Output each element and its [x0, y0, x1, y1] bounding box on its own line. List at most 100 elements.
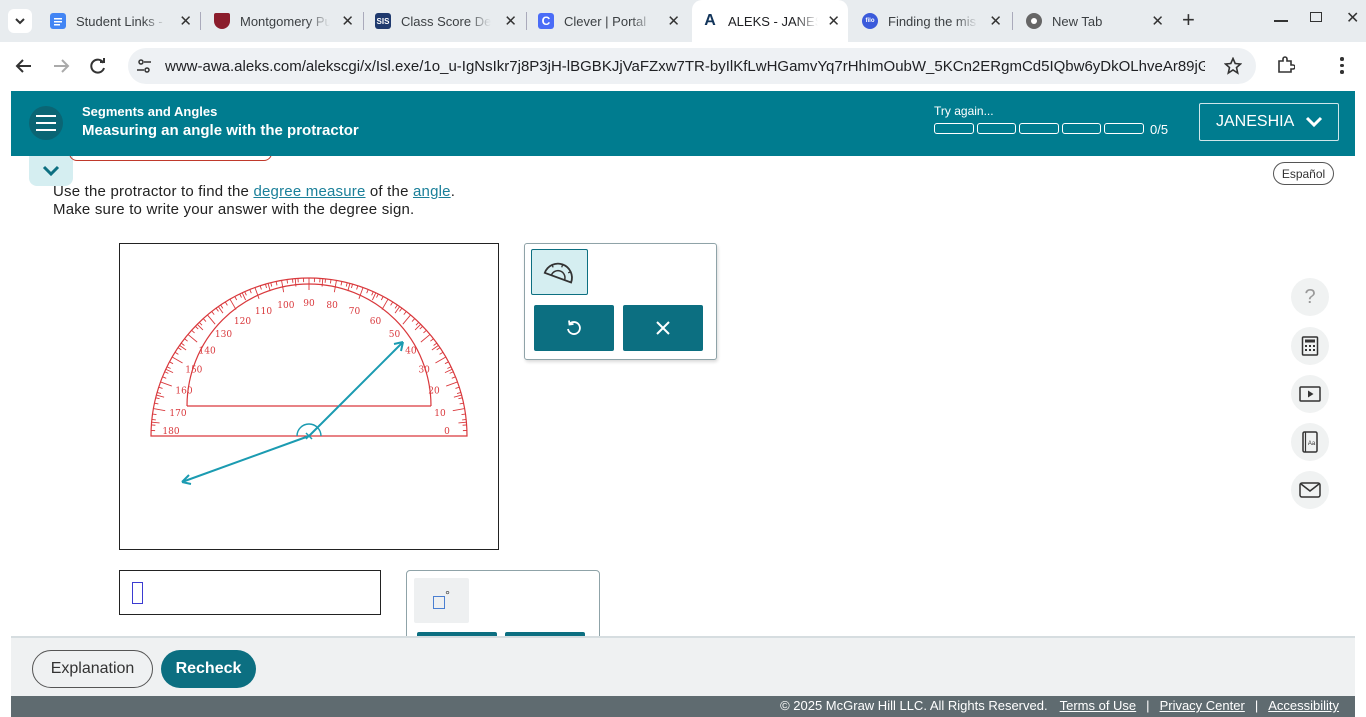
message-button[interactable]: [1291, 471, 1329, 509]
video-button[interactable]: [1291, 375, 1329, 413]
protractor-tick: [239, 293, 242, 298]
protractor-label: 150: [185, 366, 202, 376]
close-icon[interactable]: ✕: [341, 12, 354, 30]
dictionary-button[interactable]: Aa: [1291, 423, 1329, 461]
restore-button[interactable]: [1310, 12, 1322, 22]
minimize-button[interactable]: [1274, 20, 1288, 22]
protractor-tick: [164, 371, 169, 374]
hamburger-menu-button[interactable]: [29, 106, 63, 140]
browser-tab-aleks[interactable]: A ALEKS - JANES ✕: [692, 0, 848, 42]
protractor-tick: [402, 314, 411, 325]
protractor-tick: [171, 356, 183, 364]
dictionary-icon: Aa: [1302, 431, 1318, 453]
protractor-tick: [430, 338, 434, 342]
address-toolbar: www-awa.aleks.com/alekscgi/x/Isl.exe/1o_…: [0, 42, 1366, 90]
protractor-tick: [275, 281, 278, 286]
protractor-label: 130: [215, 330, 232, 340]
protractor-tick: [459, 402, 464, 405]
close-icon[interactable]: ✕: [989, 12, 1002, 30]
protractor-label: 120: [234, 317, 251, 327]
collapsed-tab-edge: [69, 156, 272, 161]
calculator-icon: [1301, 336, 1319, 356]
new-tab-button[interactable]: +: [1182, 9, 1195, 31]
accessibility-link[interactable]: Accessibility: [1268, 698, 1339, 713]
chevron-down-icon: [15, 18, 25, 25]
protractor-figure[interactable]: 0 10 20 30 40 50 60 70 80 90 100 110 120 130 140 150 160…: [119, 243, 499, 550]
bookmark-star-icon[interactable]: [1224, 57, 1242, 75]
clear-button[interactable]: [623, 305, 703, 351]
answer-input[interactable]: [119, 570, 381, 615]
instruction-text: Use the protractor to find the degree me…: [53, 183, 455, 219]
docs-icon: [50, 13, 66, 29]
collapse-toggle[interactable]: [29, 156, 73, 186]
close-icon[interactable]: ✕: [504, 12, 517, 30]
explanation-button[interactable]: Explanation: [32, 650, 153, 688]
protractor-tick: [433, 342, 438, 346]
user-menu-button[interactable]: JANESHIA: [1199, 103, 1339, 141]
browser-tab-student-links[interactable]: Student Links - ✕: [40, 0, 200, 42]
browser-tab-new-tab[interactable]: New Tab ✕: [1016, 0, 1172, 42]
window-close-button[interactable]: ✕: [1346, 8, 1359, 28]
protractor-tick: [162, 376, 167, 379]
extensions-icon[interactable]: [1277, 56, 1295, 74]
protractor-canvas[interactable]: 0 10 20 3040 50 60 70 80 90 100 110 120130 140 150 160…: [120, 244, 498, 549]
terms-link[interactable]: Terms of Use: [1060, 698, 1137, 713]
protractor-label: 10: [434, 409, 446, 419]
footer-bar: Explanation Recheck: [11, 636, 1355, 696]
back-arrow-icon[interactable]: [15, 57, 33, 75]
angle-link[interactable]: angle: [413, 183, 451, 200]
protractor-tick: [340, 281, 343, 286]
more-menu-icon[interactable]: [1340, 57, 1344, 74]
math-keypad: °: [406, 570, 600, 636]
undo-icon: [567, 320, 581, 335]
close-icon[interactable]: ✕: [1151, 12, 1164, 30]
protractor-label: 90: [303, 299, 315, 309]
reset-button[interactable]: [534, 305, 614, 351]
protractor-tick: [207, 314, 216, 325]
espanol-button[interactable]: Español: [1273, 162, 1334, 185]
protractor-tick: [267, 283, 271, 292]
browser-tab-clever[interactable]: C Clever | Portal ✕: [528, 0, 688, 42]
protractor-tick: [244, 291, 247, 296]
browser-tab-finding[interactable]: filo Finding the mis ✕: [852, 0, 1010, 42]
protractor-tick: [423, 329, 427, 334]
tab-search-button[interactable]: [8, 9, 32, 33]
protractor-tick: [166, 366, 171, 369]
tab-title: Class Score De: [401, 13, 491, 29]
protractor-tool-button[interactable]: [531, 249, 588, 295]
protractor-tick: [156, 394, 165, 398]
school-crest-icon: [214, 13, 230, 29]
forward-arrow-icon[interactable]: [52, 57, 70, 75]
help-button[interactable]: ?: [1291, 278, 1329, 316]
filo-icon: filo: [862, 13, 878, 29]
copyright-text: © 2025 McGraw Hill LLC. All Rights Reser…: [780, 698, 1048, 713]
close-icon[interactable]: ✕: [827, 12, 840, 30]
close-icon[interactable]: ✕: [667, 12, 680, 30]
protractor-label: 20: [428, 387, 440, 397]
protractor-tick: [165, 368, 174, 374]
protractor-tick: [447, 366, 452, 369]
site-settings-icon[interactable]: [136, 58, 152, 74]
protractor-tick: [215, 307, 219, 312]
browser-tab-class-score[interactable]: SIS Class Score De ✕: [365, 0, 525, 42]
page-title: Measuring an angle with the protractor: [82, 122, 359, 139]
degree-symbol-button[interactable]: °: [414, 578, 469, 623]
protractor-tick: [229, 298, 237, 310]
protractor-label: 100: [277, 301, 294, 311]
close-icon[interactable]: ✕: [179, 12, 192, 30]
chevron-down-icon: [1306, 116, 1323, 128]
protractor-label: 80: [326, 301, 338, 311]
browser-tab-montgomery[interactable]: Montgomery Pu ✕: [204, 0, 362, 42]
degree-measure-link[interactable]: degree measure: [253, 183, 365, 200]
protractor-tick: [152, 413, 157, 416]
omnibox[interactable]: www-awa.aleks.com/alekscgi/x/Isl.exe/1o_…: [128, 48, 1256, 84]
privacy-link[interactable]: Privacy Center: [1160, 698, 1245, 713]
recheck-button[interactable]: Recheck: [161, 650, 256, 688]
calculator-button[interactable]: [1291, 327, 1329, 365]
protractor-tick: [403, 311, 407, 315]
protractor-tick: [270, 282, 273, 287]
protractor-tick: [381, 298, 389, 310]
reload-icon[interactable]: [89, 57, 107, 75]
instruction-line-1: Use the protractor to find the degree me…: [53, 183, 456, 200]
protractor-tick: [153, 408, 166, 412]
